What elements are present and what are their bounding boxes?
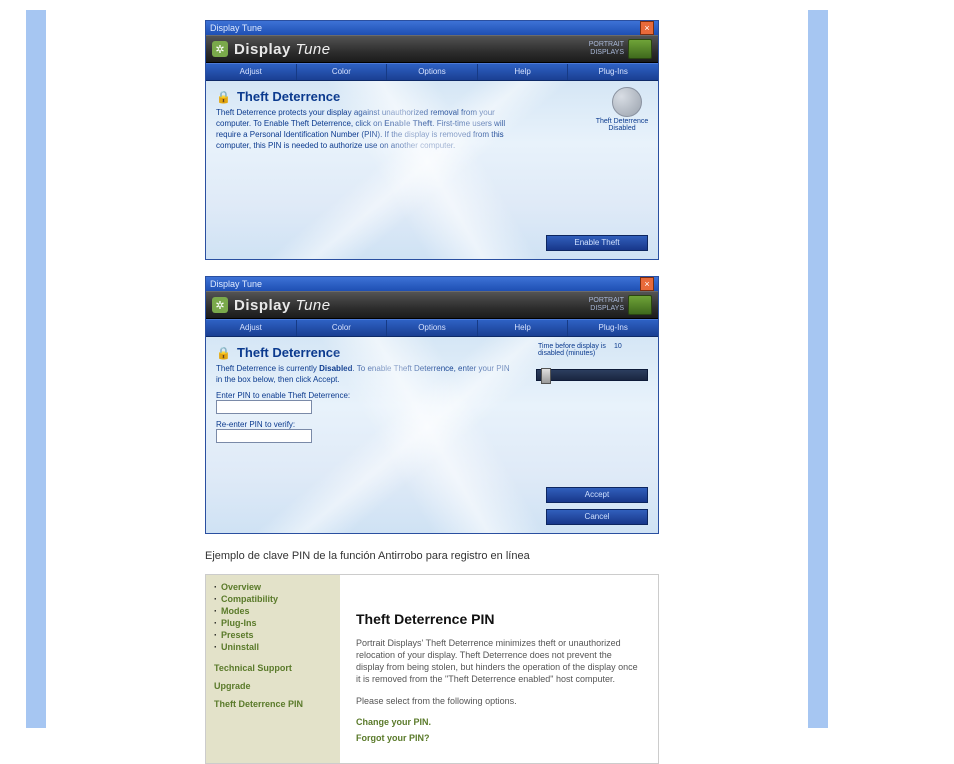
content-column: Display Tune × ✲ Display Tune PORTRAIT D… <box>205 20 665 764</box>
margin-bar-left <box>26 10 46 728</box>
sidebar-link-upgrade[interactable]: Upgrade <box>214 681 332 691</box>
brand-logo-icon: ✲ <box>212 297 228 313</box>
titlebar[interactable]: Display Tune × <box>206 277 658 291</box>
brand-tune: Tune <box>296 41 331 58</box>
margin-bar-right <box>808 10 828 728</box>
close-icon[interactable]: × <box>640 21 654 35</box>
titlebar[interactable]: Display Tune × <box>206 21 658 35</box>
enable-theft-button[interactable]: Enable Theft <box>546 235 648 251</box>
page-description: Portrait Displays' Theft Deterrence mini… <box>356 637 642 685</box>
tab-color[interactable]: Color <box>297 320 388 336</box>
tab-adjust[interactable]: Adjust <box>206 320 297 336</box>
link-forgot-pin[interactable]: Forgot your PIN? <box>356 733 642 743</box>
heading-text: Theft Deterrence <box>237 345 340 360</box>
slider-handle[interactable] <box>541 368 551 384</box>
sidebar-item-presets[interactable]: Presets <box>214 629 332 641</box>
web-panel: Overview Compatibility Modes Plug-Ins Pr… <box>205 574 659 764</box>
brand-logo-icon: ✲ <box>212 41 228 57</box>
timer-slider[interactable] <box>536 369 648 381</box>
tab-plugins[interactable]: Plug-Ins <box>568 320 658 336</box>
window-body: 🔒 Theft Deterrence Theft Deterrence is c… <box>206 337 658 533</box>
sidebar-item-modes[interactable]: Modes <box>214 605 332 617</box>
tab-adjust[interactable]: Adjust <box>206 64 297 80</box>
tab-options[interactable]: Options <box>387 320 478 336</box>
timer-box: Time before display is disabled (minutes… <box>538 343 648 357</box>
web-sidebar: Overview Compatibility Modes Plug-Ins Pr… <box>206 575 340 763</box>
accept-button[interactable]: Accept <box>546 487 648 503</box>
figure-caption: Ejemplo de clave PIN de la función Antir… <box>205 550 665 562</box>
window-title: Display Tune <box>210 279 262 289</box>
heading-text: Theft Deterrence <box>237 89 340 104</box>
section-description: Theft Deterrence is currently Disabled. … <box>216 363 516 385</box>
web-main: Theft Deterrence PIN Portrait Displays' … <box>340 575 658 763</box>
page: Display Tune × ✲ Display Tune PORTRAIT D… <box>0 0 954 738</box>
shield-icon <box>612 87 642 117</box>
sidebar-item-compatibility[interactable]: Compatibility <box>214 593 332 605</box>
sidebar-item-plugins[interactable]: Plug-Ins <box>214 617 332 629</box>
brand-tune: Tune <box>296 297 331 314</box>
pin-enter-input[interactable] <box>216 400 312 414</box>
display-tune-window-2: Display Tune × ✲ Display Tune PORTRAIT D… <box>205 276 659 534</box>
pin-verify-field: Re-enter PIN to verify: <box>216 420 648 443</box>
tab-bar: Adjust Color Options Help Plug-Ins <box>206 319 658 337</box>
brand-text: Display Tune <box>234 297 331 314</box>
lock-icon: 🔒 <box>216 346 231 360</box>
desc-b: Enable Theft <box>384 119 432 128</box>
section-description: Theft Deterrence protects your display a… <box>216 107 516 151</box>
desc-b: Disabled <box>319 364 352 373</box>
tab-help[interactable]: Help <box>478 64 569 80</box>
window-title: Display Tune <box>210 23 262 33</box>
page-title: Theft Deterrence PIN <box>356 611 642 627</box>
tab-bar: Adjust Color Options Help Plug-Ins <box>206 63 658 81</box>
brand-menu-button[interactable] <box>628 39 652 59</box>
button-row: Enable Theft <box>546 235 648 251</box>
pin-enter-label: Enter PIN to enable Theft Deterrence: <box>216 391 648 400</box>
close-icon[interactable]: × <box>640 277 654 291</box>
section-heading: 🔒 Theft Deterrence <box>216 89 648 104</box>
tab-help[interactable]: Help <box>478 320 569 336</box>
brand-right: PORTRAIT DISPLAYS <box>589 295 652 315</box>
brand-vendor: PORTRAIT DISPLAYS <box>589 297 624 313</box>
window-body: 🔒 Theft Deterrence Theft Deterrence prot… <box>206 81 658 259</box>
shield-status: Theft Deterrence Disabled <box>592 118 652 132</box>
brand-vendor: PORTRAIT DISPLAYS <box>589 41 624 57</box>
page-instruction: Please select from the following options… <box>356 695 642 707</box>
sidebar-link-support[interactable]: Technical Support <box>214 663 332 673</box>
pin-verify-input[interactable] <box>216 429 312 443</box>
brand-text: Display Tune <box>234 41 331 58</box>
pin-verify-label: Re-enter PIN to verify: <box>216 420 648 429</box>
brand-bar: ✲ Display Tune PORTRAIT DISPLAYS <box>206 35 658 63</box>
brand-menu-button[interactable] <box>628 295 652 315</box>
tab-plugins[interactable]: Plug-Ins <box>568 64 658 80</box>
sidebar-item-uninstall[interactable]: Uninstall <box>214 641 332 653</box>
brand-name: Display <box>234 297 291 314</box>
timer-label: Time before display is disabled (minutes… <box>538 343 608 357</box>
pin-enter-field: Enter PIN to enable Theft Deterrence: <box>216 391 648 414</box>
brand-right: PORTRAIT DISPLAYS <box>589 39 652 59</box>
brand-name: Display <box>234 41 291 58</box>
display-tune-window-1: Display Tune × ✲ Display Tune PORTRAIT D… <box>205 20 659 260</box>
sidebar-item-overview[interactable]: Overview <box>214 581 332 593</box>
timer-value: 10 <box>614 343 622 350</box>
button-row: Accept Cancel <box>546 487 648 525</box>
tab-color[interactable]: Color <box>297 64 388 80</box>
desc-a: Theft Deterrence is currently <box>216 364 319 373</box>
tab-options[interactable]: Options <box>387 64 478 80</box>
sidebar-nav-list: Overview Compatibility Modes Plug-Ins Pr… <box>214 581 332 653</box>
sidebar-link-theft-pin[interactable]: Theft Deterrence PIN <box>214 699 332 709</box>
lock-icon: 🔒 <box>216 90 231 104</box>
brand-bar: ✲ Display Tune PORTRAIT DISPLAYS <box>206 291 658 319</box>
cancel-button[interactable]: Cancel <box>546 509 648 525</box>
link-change-pin[interactable]: Change your PIN. <box>356 717 642 727</box>
